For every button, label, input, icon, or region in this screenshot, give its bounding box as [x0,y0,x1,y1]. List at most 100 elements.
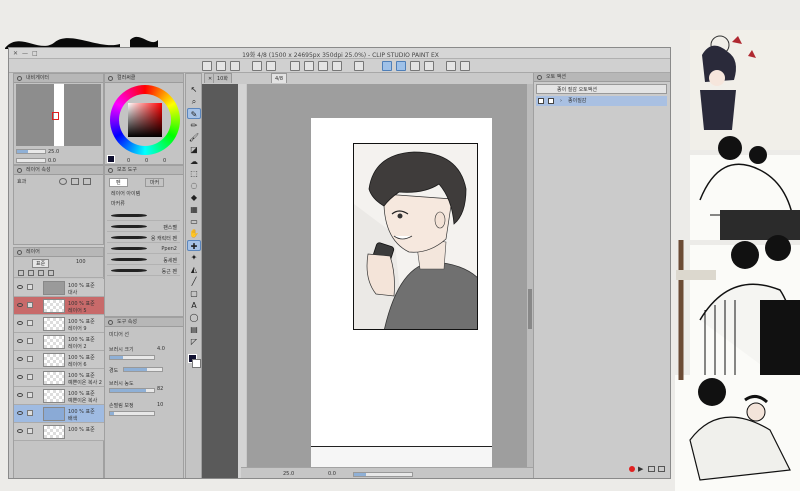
ruler-tool-icon[interactable]: ✋ [187,228,201,239]
pen-edit-icon[interactable] [27,410,33,416]
brush-item[interactable] [107,210,180,221]
navigator-angle-slider[interactable] [16,158,46,163]
pencil-tool-icon[interactable]: ✏ [187,120,201,131]
sub-tool-tab-pen[interactable]: 펜 [109,178,128,187]
rectangle-tool-icon[interactable]: ▢ [187,288,201,299]
visibility-icon[interactable] [17,339,23,343]
layer-row[interactable]: 100 % 표준 대사 [14,279,105,297]
expand-chevron-icon[interactable]: › [560,96,562,106]
clear-icon[interactable] [290,61,300,71]
action-checkbox[interactable] [538,98,544,104]
frame-tool-icon[interactable]: ▭ [187,216,201,227]
density-slider[interactable] [109,388,155,393]
print-icon[interactable] [424,61,434,71]
layer-row[interactable]: 100 % 표준 레이어 6 [14,351,105,369]
lasso-tool-icon[interactable]: ◌ [187,180,201,191]
stabilization-slider[interactable] [109,411,155,416]
lock-icon[interactable] [27,302,33,308]
figure-tool-icon[interactable]: ✦ [187,252,201,263]
open-file-icon[interactable] [216,61,226,71]
new-action-icon[interactable] [648,466,655,472]
document-tab-10[interactable]: 10화 [213,73,232,83]
foreground-color-swatch[interactable] [107,155,115,163]
sub-color-swatch[interactable] [192,359,201,368]
text-tool-icon[interactable]: A [187,300,201,311]
brush-item[interactable]: 동근 펜 [107,265,180,276]
hardness-slider[interactable] [123,367,163,372]
sub-tool-tab-marker[interactable]: 마커 [145,178,165,187]
lock-icon[interactable] [27,356,33,362]
saturation-value-square[interactable] [128,103,162,137]
transform-icon[interactable] [318,61,328,71]
move-tool-icon[interactable]: ↖ [187,84,201,95]
border-effect-icon[interactable] [59,178,67,185]
navigator-zoom-slider[interactable] [16,149,46,154]
eraser-tool-icon[interactable]: ◪ [187,144,201,155]
visibility-icon[interactable] [17,321,23,325]
play-icon[interactable]: ▶ [638,465,643,473]
brush-size-slider[interactable] [109,355,155,360]
new-file-icon[interactable] [202,61,212,71]
auto-action-item[interactable]: › 종이질감 [536,96,667,106]
pen-tool-icon[interactable]: ✎ [187,108,201,119]
brush-item[interactable]: 용 캐릭터 펜 [107,232,180,243]
scroll-thumb[interactable] [528,289,532,329]
decoration-tool-icon[interactable]: ✚ [187,240,201,251]
layer-row[interactable]: 100 % 표준 레이어 5 [14,297,105,315]
layer-row[interactable]: 100 % 표준 레이어 9 [14,315,105,333]
visibility-icon[interactable] [17,429,23,433]
visibility-icon[interactable] [17,393,23,397]
navigator-preview[interactable] [16,84,101,146]
snap-special-ruler-icon[interactable] [396,61,406,71]
align-icon[interactable] [460,61,470,71]
brush-tool-icon[interactable]: 🖌 [187,132,201,143]
action-dialog-toggle[interactable] [548,98,554,104]
hue-ring[interactable] [110,85,180,155]
lock-icon[interactable] [27,428,33,434]
balloon-tool-icon[interactable]: ◯ [187,312,201,323]
snap-grid-icon[interactable] [410,61,420,71]
zoom-tool-icon[interactable]: ⌕ [187,96,201,107]
visibility-icon[interactable] [17,411,23,415]
lock-icon[interactable] [27,392,33,398]
layer-row[interactable]: 100 % 표준 배색 [14,405,105,423]
visibility-icon[interactable] [17,375,23,379]
layer-row[interactable]: 100 % 표준 [14,423,105,441]
fill-icon[interactable] [304,61,314,71]
deselect-icon[interactable] [332,61,342,71]
lock-icon[interactable] [27,338,33,344]
sub-tool-first-item[interactable]: 레이어 아이템 [111,190,140,197]
tone-effect-icon[interactable] [71,178,79,185]
shape-tool-icon[interactable]: ╱ [187,276,201,287]
lock-icon[interactable] [27,320,33,326]
gradient-tool-icon[interactable]: ▦ [187,204,201,215]
undo-icon[interactable] [252,61,262,71]
brush-item[interactable]: Ppen2 [107,243,180,254]
lock-icon[interactable] [27,374,33,380]
lock-transparent-icon[interactable] [38,270,44,276]
clip-layer-icon[interactable] [18,270,24,276]
brush-item[interactable]: 동세펜 [107,254,180,265]
delete-action-icon[interactable] [658,466,665,472]
visibility-icon[interactable] [17,303,23,307]
record-icon[interactable] [629,466,635,472]
brush-item[interactable]: 팬스펠 [107,221,180,232]
blend-tool-icon[interactable]: ☁ [187,156,201,167]
lock-icon[interactable] [27,284,33,290]
selection-tool-icon[interactable]: ⬚ [187,168,201,179]
correction-tool-icon[interactable]: ◸ [187,336,201,347]
redo-icon[interactable] [266,61,276,71]
layer-row[interactable]: 100 % 표준 레이어 2 [14,333,105,351]
fill-tool-icon[interactable]: ◆ [187,192,201,203]
panel-tool-icon[interactable]: ▤ [187,324,201,335]
layer-row[interactable]: 100 % 표준 예쁜이온 복사 [14,387,105,405]
document-tab-4-8[interactable]: 4/8 [271,73,288,83]
visibility-icon[interactable] [17,285,23,289]
snap-ruler-icon[interactable] [382,61,392,71]
mask-icon[interactable] [48,270,54,276]
status-zoom-slider[interactable] [353,472,413,477]
blend-mode-select[interactable]: 표준 [32,259,50,268]
settings-icon[interactable] [446,61,456,71]
invert-selection-icon[interactable] [354,61,364,71]
save-icon[interactable] [230,61,240,71]
